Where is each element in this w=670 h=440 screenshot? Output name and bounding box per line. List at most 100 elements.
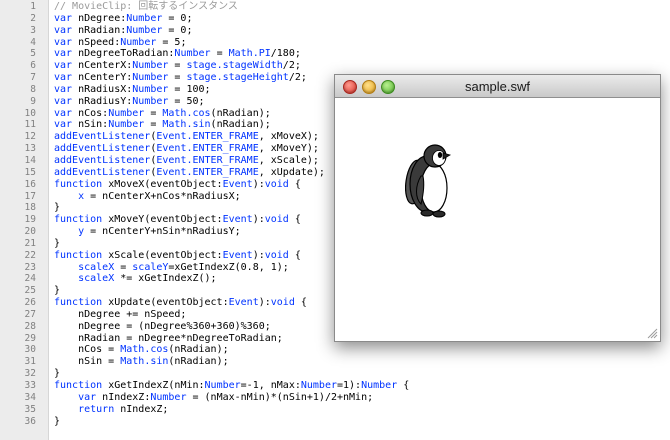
code-token: nRadiusY: bbox=[72, 95, 133, 107]
line-number: 26 bbox=[24, 297, 36, 309]
code-token: (nRadian); bbox=[168, 344, 229, 356]
window-title: sample.swf bbox=[464, 79, 531, 94]
code-token: } bbox=[54, 202, 61, 214]
code-token: nSin: bbox=[72, 119, 109, 131]
code-token: nSin = bbox=[54, 356, 121, 368]
code-keyword: Number bbox=[150, 391, 187, 403]
line-number: 22 bbox=[24, 249, 36, 261]
line-number: 11 bbox=[24, 119, 36, 131]
code-token: ): bbox=[258, 297, 271, 309]
resize-grip-icon[interactable] bbox=[646, 327, 658, 339]
code-token: /180; bbox=[270, 48, 301, 60]
code-line[interactable]: 3 var nRadian:Number = 0; bbox=[0, 25, 670, 37]
code-token: nCos: bbox=[72, 107, 109, 119]
code-text: var nDegree:Number = 0; bbox=[54, 13, 192, 25]
code-keyword: addEventListener bbox=[54, 166, 151, 178]
code-keyword: Number bbox=[108, 107, 145, 119]
code-line[interactable]: 6 var nCenterX:Number = stage.stageWidth/… bbox=[0, 60, 670, 72]
code-line[interactable]: 5 var nDegreeToRadian:Number = Math.PI/18… bbox=[0, 48, 670, 60]
code-keyword: Number bbox=[132, 60, 169, 72]
code-token: } bbox=[54, 285, 61, 297]
code-keyword: Number bbox=[174, 48, 211, 60]
code-keyword: stage.stageWidth bbox=[186, 60, 283, 72]
code-text: } bbox=[54, 202, 60, 214]
code-text: nDegree = (nDegree%360+360)%360; bbox=[54, 321, 271, 333]
code-token: { bbox=[288, 214, 301, 226]
line-number: 8 bbox=[30, 83, 36, 95]
code-token: = 0; bbox=[162, 12, 193, 24]
swf-player-window[interactable]: sample.swf bbox=[334, 74, 661, 342]
code-keyword: Event bbox=[222, 214, 253, 226]
line-number: 1 bbox=[30, 1, 36, 12]
code-keyword: Math.PI bbox=[228, 48, 271, 60]
code-text: var nIndexZ:Number = (nMax-nMin)*(nSin+1… bbox=[54, 392, 373, 404]
code-token: = 5; bbox=[156, 36, 187, 48]
code-text: function xGetIndexZ(nMin:Number=-1, nMax… bbox=[54, 380, 409, 392]
code-comment: // MovieClip: 回転するインスタンス bbox=[54, 1, 238, 12]
code-keyword: stage.stageHeight bbox=[186, 72, 289, 84]
code-text: var nRadiusX:Number = 100; bbox=[54, 84, 211, 96]
code-token: xGetIndexZ(nMin: bbox=[102, 380, 205, 391]
code-line[interactable]: 1 // MovieClip: 回転するインスタンス bbox=[0, 1, 670, 13]
code-token: nCenterY: bbox=[72, 72, 133, 84]
code-line[interactable]: 32} bbox=[0, 368, 670, 380]
code-token: = bbox=[168, 60, 187, 72]
code-text: var nSin:Number = Math.sin(nRadian); bbox=[54, 119, 271, 131]
code-line[interactable]: 30 nCos = Math.cos(nRadian); bbox=[0, 344, 670, 356]
code-text: addEventListener(Event.ENTER_FRAME, xMov… bbox=[54, 143, 319, 155]
code-text: function xMoveX(eventObject:Event):void … bbox=[54, 179, 301, 191]
code-token: nRadian = nDegree*nDegreeToRadian; bbox=[54, 332, 283, 344]
code-token: } bbox=[54, 237, 61, 249]
code-keyword: var bbox=[54, 95, 73, 107]
code-line[interactable]: 33 function xGetIndexZ(nMin:Number=-1, nM… bbox=[0, 380, 670, 392]
line-number: 30 bbox=[24, 344, 36, 356]
code-token: { bbox=[288, 178, 301, 190]
code-line[interactable]: 4 var nSpeed:Number = 5; bbox=[0, 37, 670, 49]
code-token: = 50; bbox=[168, 95, 205, 107]
code-keyword: function bbox=[54, 214, 103, 226]
code-line[interactable]: 36} bbox=[0, 416, 670, 428]
line-number: 27 bbox=[24, 308, 36, 320]
line-number: 13 bbox=[24, 143, 36, 155]
code-text: nSin = Math.sin(nRadian); bbox=[54, 356, 229, 368]
code-token: *= xGetIndexZ(); bbox=[114, 273, 217, 285]
code-line[interactable]: 31 nSin = Math.sin(nRadian); bbox=[0, 356, 670, 368]
code-token: , xMoveY); bbox=[258, 143, 319, 155]
code-text: return nIndexZ; bbox=[54, 404, 168, 416]
code-token: nSpeed: bbox=[72, 36, 121, 48]
code-keyword: Number bbox=[126, 12, 163, 24]
code-token: } bbox=[54, 368, 61, 380]
line-number: 2 bbox=[30, 12, 36, 24]
code-text: var nCenterY:Number = stage.stageHeight/… bbox=[54, 72, 307, 84]
code-text: scaleX = scaleY=xGetIndexZ(0.8, 1); bbox=[54, 262, 289, 274]
code-keyword: var bbox=[54, 60, 73, 72]
code-text: // MovieClip: 回転するインスタンス bbox=[54, 1, 238, 13]
code-keyword: scaleY bbox=[132, 261, 169, 273]
code-text: } bbox=[54, 368, 60, 380]
code-token: nCos = bbox=[54, 344, 121, 356]
code-text: var nSpeed:Number = 5; bbox=[54, 37, 186, 49]
line-number: 24 bbox=[24, 273, 36, 285]
code-text: x = nCenterX+nCos*nRadiusX; bbox=[54, 191, 241, 203]
code-keyword: Number bbox=[108, 119, 145, 131]
line-number: 23 bbox=[24, 261, 36, 273]
code-line[interactable]: 34 var nIndexZ:Number = (nMax-nMin)*(nSi… bbox=[0, 392, 670, 404]
code-text: var nCenterX:Number = stage.stageWidth/2… bbox=[54, 60, 301, 72]
code-line[interactable]: 2 var nDegree:Number = 0; bbox=[0, 13, 670, 25]
code-line[interactable]: 35 return nIndexZ; bbox=[0, 404, 670, 416]
code-token: nDegree = (nDegree%360+360)%360; bbox=[54, 320, 271, 332]
code-token: { bbox=[397, 380, 410, 391]
code-keyword: scaleX bbox=[78, 273, 115, 285]
code-text: var nRadiusY:Number = 50; bbox=[54, 96, 205, 108]
code-keyword: Event.ENTER_FRAME bbox=[156, 166, 259, 178]
line-number: 29 bbox=[24, 332, 36, 344]
code-text: var nDegreeToRadian:Number = Math.PI/180… bbox=[54, 48, 301, 60]
code-text: function xUpdate(eventObject:Event):void… bbox=[54, 297, 307, 309]
window-titlebar[interactable]: sample.swf bbox=[335, 75, 660, 98]
flash-stage[interactable] bbox=[335, 98, 660, 341]
line-number: 33 bbox=[24, 380, 36, 391]
code-keyword: Event.ENTER_FRAME bbox=[156, 143, 259, 155]
